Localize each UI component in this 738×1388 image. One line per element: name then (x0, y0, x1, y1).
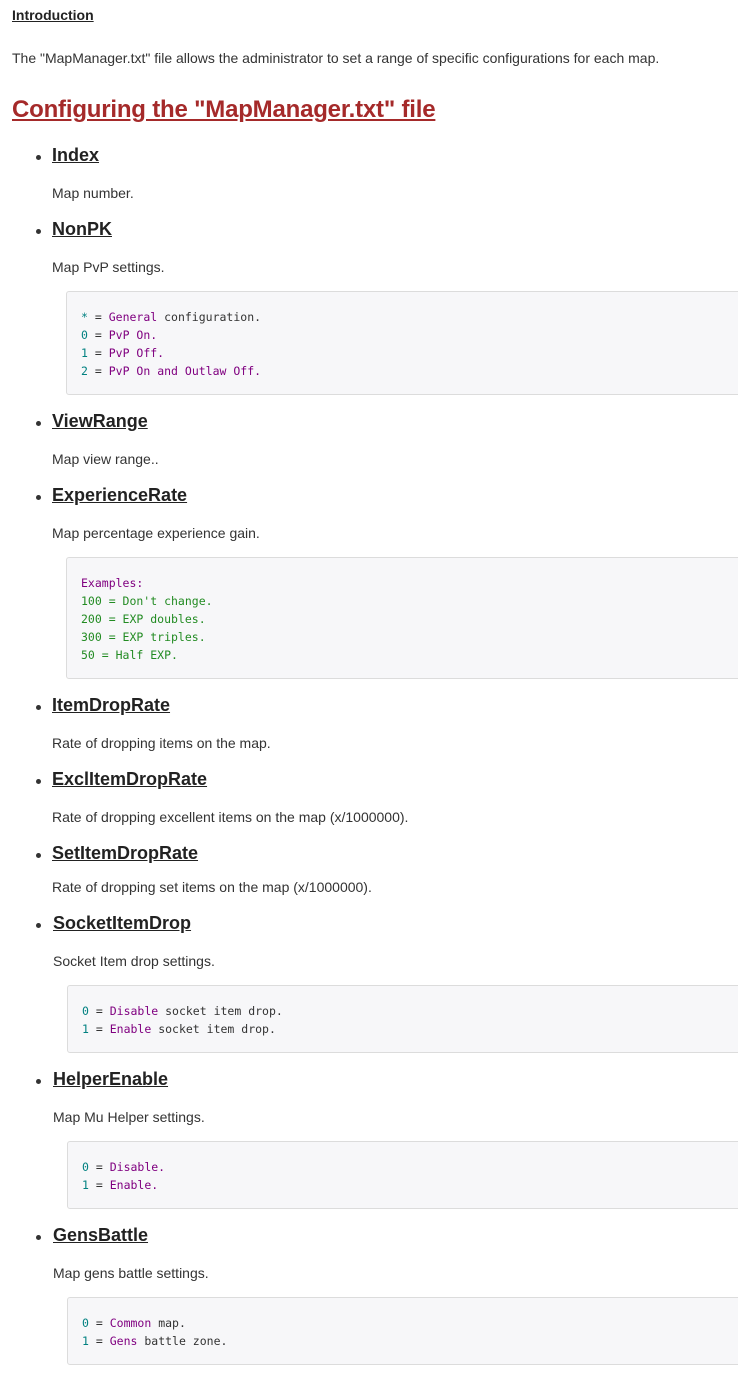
code-token: Disable. (109, 1160, 166, 1174)
code-block: 0 = Disable socket item drop. 1 = Enable … (67, 985, 738, 1053)
code-block: Examples: 100 = Don't change. 200 = EXP do… (66, 557, 738, 679)
item-title-itemdroprate[interactable]: ItemDropRate (52, 695, 170, 716)
item-title-helperenable[interactable]: HelperEnable (53, 1069, 168, 1090)
item-description: Rate of dropping set items on the map (x… (52, 879, 372, 895)
item-title-setitemdroprate[interactable]: SetItemDropRate (52, 843, 198, 864)
intro-text: The "MapManager.txt" file allows the adm… (12, 50, 660, 66)
bullet-icon (36, 155, 41, 160)
code-line: 1 = Gens battle zone. (82, 1332, 738, 1350)
item-description: Map Mu Helper settings. (53, 1109, 205, 1125)
item-description: Socket Item drop settings. (53, 953, 215, 969)
code-token: = (88, 1004, 110, 1018)
code-token: 300 = EXP triples. (81, 630, 206, 644)
code-block: 0 = Disable. 1 = Enable. (67, 1141, 738, 1209)
code-token: 200 = EXP doubles. (81, 612, 206, 626)
code-token: PvP Off. (108, 346, 165, 360)
code-line: 0 = Disable. (82, 1158, 738, 1176)
bullet-icon (36, 229, 41, 234)
item-title-exclitemdroprate[interactable]: ExclItemDropRate (52, 769, 207, 790)
code-token: Enable. (109, 1178, 159, 1192)
bullet-icon (36, 705, 41, 710)
code-line: 200 = EXP doubles. (81, 610, 738, 628)
code-token: 0 (81, 328, 88, 342)
item-description: Map number. (52, 185, 134, 201)
code-token: 1 (82, 1334, 89, 1348)
bullet-icon (36, 853, 41, 858)
item-description: Rate of dropping items on the map. (52, 735, 271, 751)
code-token: 1 (82, 1022, 89, 1036)
code-token: socket item drop. (151, 1022, 276, 1036)
code-token: configuration. (157, 310, 262, 324)
item-description: Map gens battle settings. (53, 1265, 209, 1281)
code-token: Common (109, 1316, 152, 1330)
code-token: = (87, 346, 109, 360)
bullet-icon (36, 495, 41, 500)
code-token: Enable (109, 1022, 152, 1036)
code-token: = (88, 1178, 110, 1192)
code-token: Gens (109, 1334, 138, 1348)
code-token: = (88, 1316, 110, 1330)
item-description: Rate of dropping excellent items on the … (52, 809, 409, 825)
code-token: 2 (81, 364, 88, 378)
item-description: Map view range.. (52, 451, 159, 467)
code-token: = (88, 1022, 110, 1036)
code-token: map. (151, 1316, 186, 1330)
item-description: Map percentage experience gain. (52, 525, 260, 541)
code-token: PvP On (108, 364, 158, 378)
code-token: Disable (109, 1004, 159, 1018)
item-title-nonpk[interactable]: NonPK (52, 219, 112, 240)
code-line: Examples: (81, 574, 738, 592)
code-token: = (88, 1334, 110, 1348)
code-line: 1 = PvP Off. (81, 344, 738, 362)
code-line: 1 = Enable. (82, 1176, 738, 1194)
intro-heading: Introduction (12, 7, 94, 23)
code-token: battle zone. (137, 1334, 228, 1348)
code-line: 1 = Enable socket item drop. (82, 1020, 738, 1038)
code-token: = (87, 364, 109, 378)
code-line: 300 = EXP triples. (81, 628, 738, 646)
bullet-icon (36, 779, 41, 784)
code-token: 50 = Half EXP. (81, 648, 178, 662)
bullet-icon (36, 923, 41, 928)
item-title-viewrange[interactable]: ViewRange (52, 411, 148, 432)
item-title-gensbattle[interactable]: GensBattle (53, 1225, 148, 1246)
code-token: Outlaw Off. (177, 364, 262, 378)
code-token: General (108, 310, 158, 324)
bullet-icon (36, 421, 41, 426)
code-line: 50 = Half EXP. (81, 646, 738, 664)
code-line: 2 = PvP On and Outlaw Off. (81, 362, 738, 380)
code-token: socket item drop. (158, 1004, 283, 1018)
page-title[interactable]: Configuring the "MapManager.txt" file (12, 96, 436, 124)
item-title-index[interactable]: Index (52, 145, 99, 166)
code-line: 100 = Don't change. (81, 592, 738, 610)
code-token: 1 (81, 346, 88, 360)
code-token: = (87, 310, 109, 324)
code-block: 0 = Common map. 1 = Gens battle zone. (67, 1297, 738, 1365)
item-description: Map PvP settings. (52, 259, 165, 275)
code-token: 0 (82, 1004, 89, 1018)
item-title-experiencerate[interactable]: ExperienceRate (52, 485, 187, 506)
code-token: 0 (82, 1316, 89, 1330)
code-token: 0 (82, 1160, 89, 1174)
code-token: and (157, 364, 178, 378)
bullet-icon (36, 1235, 41, 1240)
code-line: 0 = PvP On. (81, 326, 738, 344)
code-token: * (81, 310, 88, 324)
code-token: 100 = Don't change. (81, 594, 213, 608)
item-title-socketitemdrop[interactable]: SocketItemDrop (53, 913, 191, 934)
code-line: * = General configuration. (81, 308, 738, 326)
code-line: 0 = Common map. (82, 1314, 738, 1332)
code-block: * = General configuration. 0 = PvP On. 1 =… (66, 291, 738, 395)
code-token: 1 (82, 1178, 89, 1192)
code-token: PvP On. (108, 328, 158, 342)
code-token: Examples: (81, 576, 144, 590)
code-token: = (87, 328, 109, 342)
code-line: 0 = Disable socket item drop. (82, 1002, 738, 1020)
bullet-icon (36, 1079, 41, 1084)
code-token: = (88, 1160, 110, 1174)
